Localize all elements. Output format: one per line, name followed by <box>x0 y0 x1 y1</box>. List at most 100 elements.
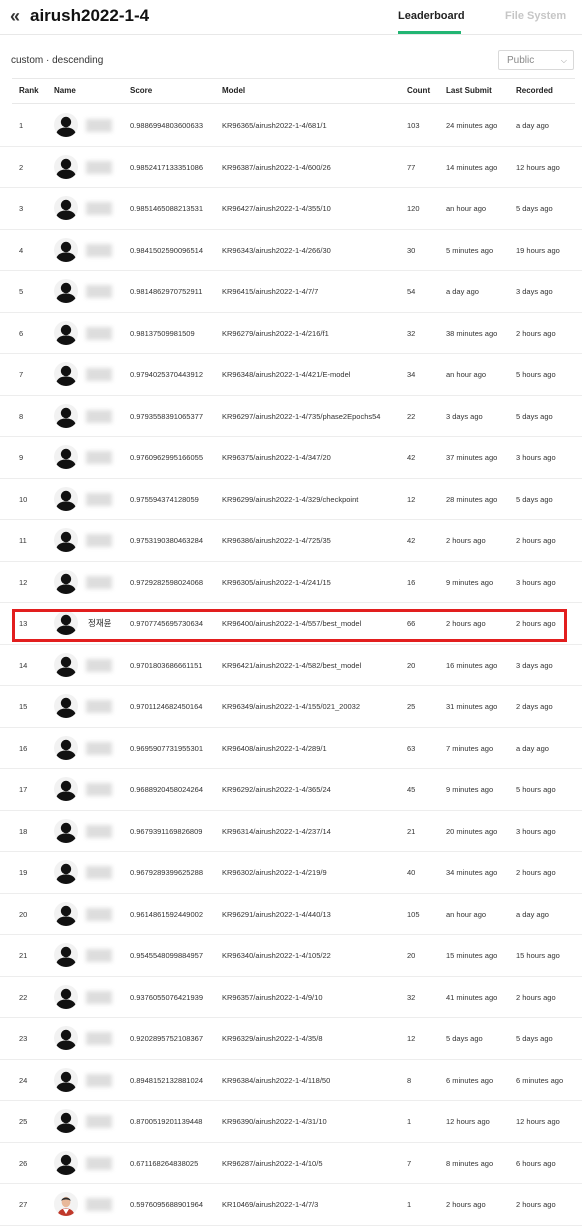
default-user-icon[interactable] <box>54 818 78 843</box>
table-row[interactable]: 11 0.9753190380463284 KR96386/airush2022-1… <box>0 520 582 562</box>
table-row[interactable]: 17 0.9688920458024264 KR96292/airush2022-1… <box>0 769 582 811</box>
table-row[interactable]: 10 0.975594374128059 KR96299/airush2022-1-… <box>0 479 582 520</box>
count-cell: 63 <box>407 743 416 753</box>
user-photo-avatar[interactable] <box>54 1192 78 1216</box>
rank-cell: 8 <box>19 411 24 421</box>
table-row[interactable]: 7 0.9794025370443912 KR96348/airush2022-1-… <box>0 354 582 396</box>
table-row[interactable]: 12 0.9729282598024068 KR96305/airush2022-1… <box>0 562 582 603</box>
default-user-icon[interactable] <box>54 984 78 1009</box>
last-submit-cell: an hour ago <box>446 909 487 919</box>
table-row[interactable]: 6 0.98137509981509 KR96279/airush2022-1-4/… <box>0 313 582 354</box>
table-row[interactable]: 8 0.9793558391065377 KR96297/airush2022-1-… <box>0 396 582 437</box>
default-user-icon[interactable] <box>54 237 78 262</box>
default-user-icon[interactable] <box>54 1067 78 1092</box>
table-row[interactable]: 2 0.9852417133351086 KR96387/airush2022-1-… <box>0 147 582 188</box>
tab-leaderboard[interactable]: Leaderboard <box>398 9 465 23</box>
score-cell: 0.9794025370443912 <box>130 370 203 379</box>
model-cell: KR96292/airush2022-1-4/365/24 <box>222 785 331 794</box>
table-row[interactable]: 1 0.9886994803600633 KR96365/airush2022-1-… <box>0 105 582 147</box>
default-user-icon[interactable] <box>54 1150 78 1175</box>
visibility-select[interactable]: Public ⌵ <box>498 50 574 70</box>
score-cell: 0.9688920458024264 <box>130 785 203 794</box>
default-user-icon[interactable] <box>54 279 78 303</box>
table-row[interactable]: 25 0.8700519201139448 KR96390/airush2022-1… <box>0 1101 582 1143</box>
table-row[interactable]: 3 0.9851465088213531 KR96427/airush2022-1-… <box>0 188 582 230</box>
default-user-icon[interactable] <box>54 320 78 345</box>
table-row[interactable]: 18 0.9679391169826809 KR96314/airush2022-1… <box>0 811 582 852</box>
column-header-recorded: Recorded <box>516 86 553 95</box>
table-row[interactable]: 16 0.9695907731955301 KR96408/airush2022-1… <box>0 728 582 769</box>
recorded-cell: 3 hours ago <box>516 453 556 462</box>
default-user-icon[interactable] <box>54 777 78 801</box>
last-submit-cell: 2 hours ago <box>446 1200 486 1209</box>
last-submit-cell: an hour ago <box>446 204 487 213</box>
tab-file-system[interactable]: File System <box>505 9 566 23</box>
table-row[interactable]: 5 0.9814862970752911 KR96415/airush2022-1-… <box>0 271 582 313</box>
blurred-user-name <box>86 907 112 921</box>
last-submit-cell: 3 days ago <box>446 411 483 421</box>
rank-cell: 17 <box>19 785 28 794</box>
column-header-name: Name <box>54 86 76 95</box>
table-row[interactable]: 20 0.9614861592449002 KR96291/airush2022-1… <box>0 894 582 935</box>
default-user-icon[interactable] <box>54 901 78 926</box>
count-cell: 7 <box>407 1158 412 1168</box>
recorded-cell: 15 hours ago <box>516 951 560 960</box>
table-row[interactable]: 24 0.8948152132881024 KR96384/airush2022-1… <box>0 1060 582 1101</box>
blurred-user-name <box>86 824 112 838</box>
table-row[interactable]: 22 0.9376055076421939 KR96357/airush2022-1… <box>0 977 582 1018</box>
table-row[interactable]: 27 0.5976095688901964 KR10469/airush2022-1… <box>0 1184 582 1226</box>
score-cell: 0.9545548099884957 <box>130 951 203 960</box>
table-row[interactable]: 13 정재윤 0.9707745695730634 KR96400/airush202… <box>0 603 582 645</box>
default-user-icon[interactable] <box>54 445 78 469</box>
default-user-icon[interactable] <box>54 486 78 511</box>
table-row[interactable]: 9 0.9760962995166055 KR96375/airush2022-1-… <box>0 437 582 479</box>
model-cell: KR96349/airush2022-1-4/155/021_20032 <box>222 702 361 711</box>
table-row[interactable]: 21 0.9545548099884957 KR96340/airush2022-1… <box>0 935 582 977</box>
visibility-select-value: Public <box>507 55 535 66</box>
recorded-cell: 2 hours ago <box>516 868 556 877</box>
table-row[interactable]: 4 0.9841502590096514 KR96343/airush2022-1-… <box>0 230 582 271</box>
default-user-icon[interactable] <box>54 196 78 220</box>
recorded-cell: 2 hours ago <box>516 992 556 1002</box>
default-user-icon[interactable] <box>54 943 78 967</box>
active-tab-indicator <box>398 31 461 34</box>
default-user-icon[interactable] <box>54 362 78 386</box>
default-user-icon[interactable] <box>54 569 78 594</box>
default-user-icon[interactable] <box>54 694 78 718</box>
default-user-icon[interactable] <box>54 735 78 760</box>
score-cell: 0.9753190380463284 <box>130 536 203 545</box>
default-user-icon[interactable] <box>54 1026 78 1050</box>
sort-label[interactable]: custom · descending <box>11 54 103 68</box>
double-chevron-left-icon[interactable]: « <box>10 6 20 26</box>
score-cell: 0.9202895752108367 <box>130 1034 203 1043</box>
rank-cell: 1 <box>19 121 24 130</box>
default-user-icon[interactable] <box>54 154 78 179</box>
blurred-user-name <box>86 1198 112 1211</box>
score-cell: 0.8700519201139448 <box>130 1117 203 1126</box>
default-user-icon[interactable] <box>54 1109 78 1133</box>
blurred-user-name <box>86 866 112 879</box>
table-row[interactable]: 19 0.9679289399625288 KR96302/airush2022-1… <box>0 852 582 894</box>
default-user-icon[interactable] <box>54 652 78 677</box>
recorded-cell: 2 hours ago <box>516 536 556 545</box>
default-user-icon[interactable] <box>54 860 78 884</box>
default-user-icon[interactable] <box>54 403 78 428</box>
model-cell: KR96340/airush2022-1-4/105/22 <box>222 951 331 960</box>
model-cell: KR96400/airush2022-1-4/557/best_model <box>222 619 362 628</box>
rank-cell: 4 <box>19 245 24 255</box>
table-row[interactable]: 23 0.9202895752108367 KR96329/airush2022-1… <box>0 1018 582 1060</box>
blurred-user-name <box>86 243 112 257</box>
default-user-icon[interactable] <box>54 611 78 635</box>
column-header-rank: Rank <box>19 86 39 95</box>
recorded-cell: 5 days ago <box>516 204 553 213</box>
model-cell: KR96291/airush2022-1-4/440/13 <box>222 909 331 919</box>
model-cell: KR96299/airush2022-1-4/329/checkpoint <box>222 494 359 504</box>
last-submit-cell: 9 minutes ago <box>446 785 494 794</box>
default-user-icon[interactable] <box>54 113 78 137</box>
table-row[interactable]: 26 0.671168264838025 KR96287/airush2022-1-… <box>0 1143 582 1184</box>
table-row[interactable]: 14 0.9701803686661151 KR96421/airush2022-1… <box>0 645 582 686</box>
recorded-cell: 3 hours ago <box>516 826 556 836</box>
default-user-icon[interactable] <box>54 528 78 552</box>
recorded-cell: 6 hours ago <box>516 1158 556 1168</box>
table-row[interactable]: 15 0.9701124682450164 KR96349/airush2022-1… <box>0 686 582 728</box>
